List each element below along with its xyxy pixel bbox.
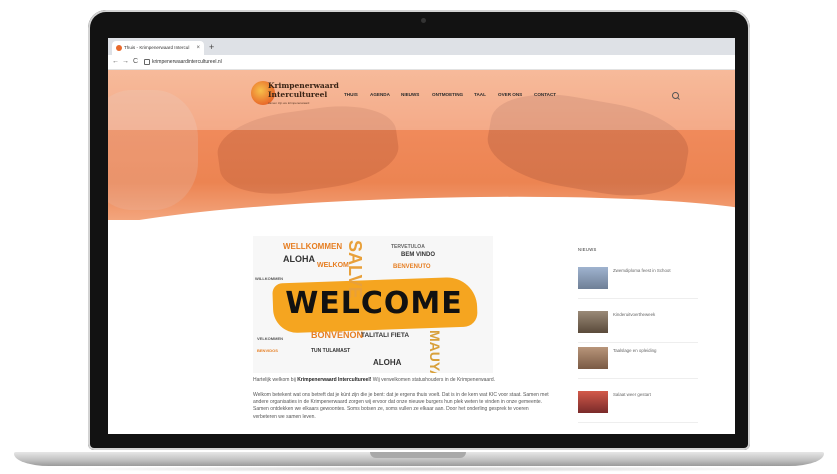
news-title[interactable]: Zwemdiploma feest in Schoot	[613, 268, 693, 275]
hero-banner: Krimpenerwaard Intercultureel samen zijn…	[108, 70, 735, 220]
nav-thuis[interactable]: THUIS	[344, 92, 358, 97]
nav-contact[interactable]: CONTACT	[534, 92, 556, 97]
logo-title-line1[interactable]: Krimpenerwaard	[268, 82, 339, 90]
word: ALOHA	[373, 358, 402, 367]
laptop-shadow	[40, 466, 797, 472]
news-item[interactable]: Salaat weer gestart	[578, 388, 698, 423]
new-tab-button[interactable]: +	[209, 41, 214, 53]
news-title[interactable]: Salaat weer gestart	[613, 392, 693, 399]
intro-suffix: Wij verwelkomen statushouders in de Krim…	[371, 377, 496, 383]
news-thumbnail[interactable]	[578, 311, 608, 333]
laptop-notch	[370, 452, 466, 458]
news-thumbnail[interactable]	[578, 347, 608, 369]
welcome-text: WELCOME	[285, 286, 463, 321]
word: BONVENON	[311, 330, 364, 340]
word: BEM VINDO	[401, 252, 436, 258]
word: WELLKOMMEN	[283, 242, 343, 251]
nav-taal[interactable]: TAAL	[474, 92, 486, 97]
word: MAUYA	[427, 330, 443, 373]
nav-over-ons[interactable]: OVER ONS	[498, 92, 522, 97]
favicon-icon	[116, 45, 122, 51]
welcome-paragraph: Welkom betekent wat ons betreft dat je k…	[253, 392, 549, 420]
intro-prefix: Hartelijk welkom bij	[253, 377, 298, 383]
word: WILLKOMMEN	[255, 276, 283, 281]
word: TERVETULOA	[391, 244, 425, 250]
logo-tagline: samen zijn we krimpenerwaard	[268, 101, 310, 105]
intro-bold[interactable]: Krimpenerwaard Intercultureel!	[297, 377, 371, 383]
welcome-word-cloud-image: WELLKOMMEN ALOHA WELKOM SALVE TERVETULOA…	[253, 236, 493, 373]
search-icon[interactable]	[672, 92, 679, 99]
word: BENVIDOS	[257, 348, 278, 353]
intro-text: Hartelijk welkom bij Krimpenerwaard Inte…	[253, 377, 553, 384]
tab-close-icon[interactable]: ×	[196, 41, 200, 55]
lock-icon	[144, 59, 150, 65]
nav-ontmoeting[interactable]: ONTMOETING	[432, 92, 463, 97]
nav-agenda[interactable]: AGENDA	[370, 92, 390, 97]
news-item[interactable]: Kinderuitvoertheweek	[578, 308, 698, 343]
word: VELKOMMEN	[257, 336, 283, 341]
news-title[interactable]: Kinderuitvoertheweek	[613, 312, 693, 319]
word: ALOHA	[283, 254, 315, 264]
news-thumbnail[interactable]	[578, 391, 608, 413]
news-item[interactable]: Zwemdiploma feest in Schoot	[578, 264, 698, 299]
url-field[interactable]: krimpenerwaardintercultureel.nl	[152, 56, 222, 68]
word: BENVENUTO	[393, 264, 431, 270]
forward-icon[interactable]: →	[122, 57, 129, 67]
reload-icon[interactable]: C	[133, 57, 138, 67]
address-bar: ← → C krimpenerwaardintercultureel.nl	[108, 55, 735, 70]
word: TUN TULAMAST	[311, 348, 351, 354]
word: TALITALI FIETA	[361, 332, 410, 339]
tab-title: Thuis - Krimpenerwaard Intercul	[124, 45, 190, 50]
logo-title-line2[interactable]: Intercultureel	[268, 91, 327, 99]
browser-tab[interactable]: Thuis - Krimpenerwaard Intercul ×	[112, 41, 204, 55]
news-thumbnail[interactable]	[578, 267, 608, 289]
site-header: Krimpenerwaard Intercultureel samen zijn…	[108, 70, 735, 130]
nav-nieuws[interactable]: NIEUWS	[401, 92, 419, 97]
back-icon[interactable]: ←	[112, 57, 119, 67]
browser-window: Thuis - Krimpenerwaard Intercul × + ← → …	[108, 38, 735, 434]
news-title[interactable]: Taalslage en opleiding	[613, 348, 693, 355]
camera-icon	[421, 18, 426, 23]
news-item[interactable]: Taalslage en opleiding	[578, 344, 698, 379]
sidebar-title: NIEUWS	[578, 247, 597, 252]
tab-bar: Thuis - Krimpenerwaard Intercul × +	[108, 38, 735, 55]
